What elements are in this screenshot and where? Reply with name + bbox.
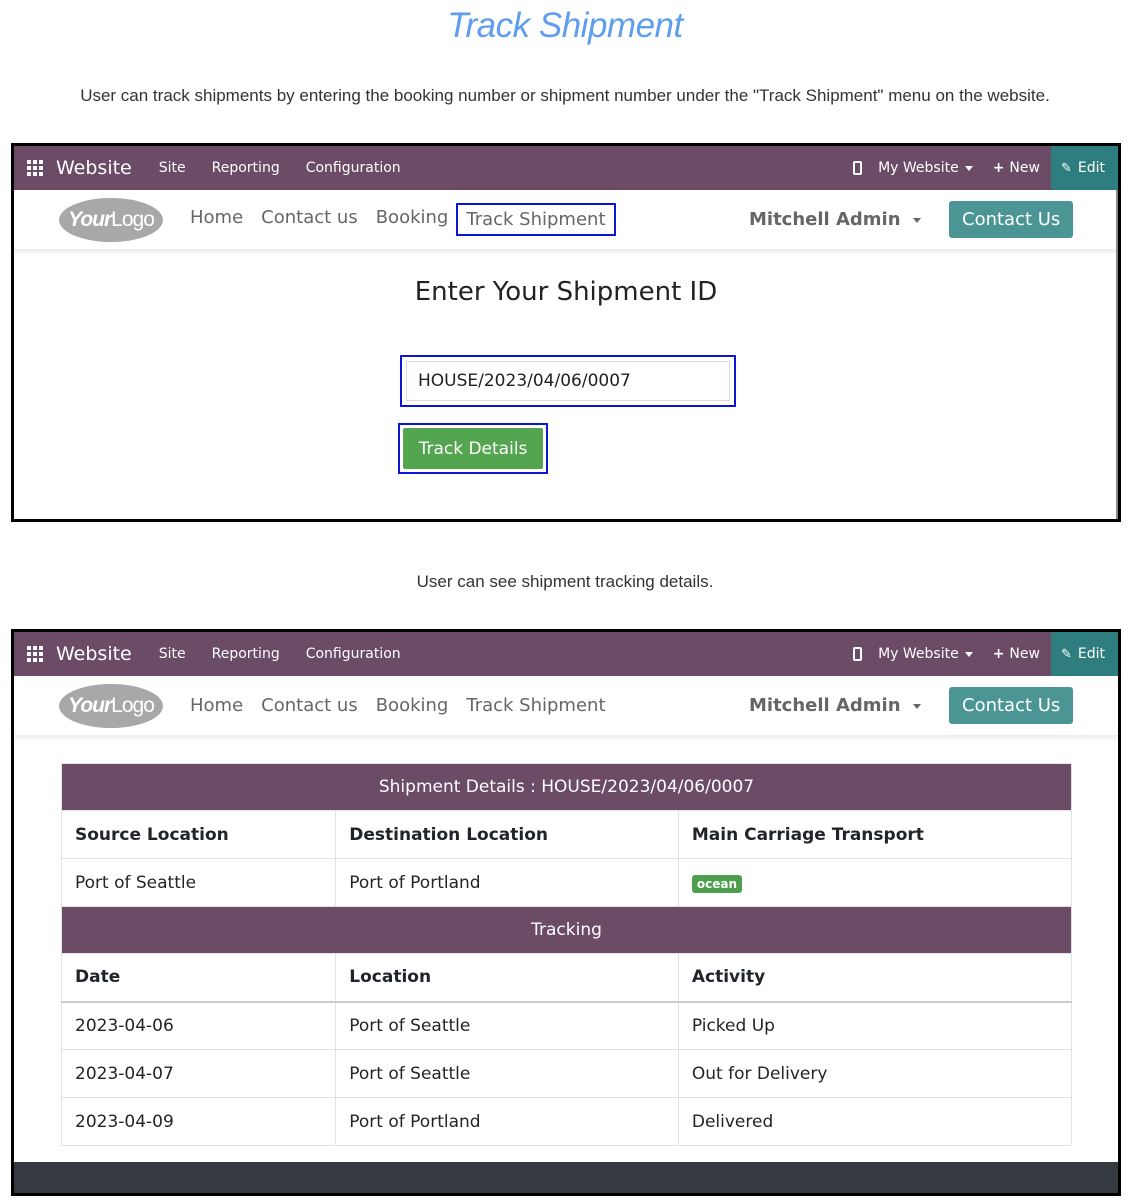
- shipment-details-table: Shipment Details : HOUSE/2023/04/06/0007…: [60, 763, 1073, 1146]
- menu-reporting[interactable]: Reporting: [199, 160, 293, 176]
- table-row: 2023-04-06 Port of Seattle Picked Up: [60, 1001, 1073, 1050]
- column-header: Main Carriage Transport: [677, 810, 1073, 859]
- user-menu[interactable]: Mitchell Admin: [749, 695, 921, 716]
- chevron-down-icon: [964, 165, 973, 171]
- contact-us-button[interactable]: Contact Us: [949, 201, 1074, 238]
- menu-site[interactable]: Site: [146, 160, 199, 176]
- column-header: Date: [60, 953, 337, 1003]
- transport-cell: ocean: [677, 858, 1073, 907]
- source-location: Port of Seattle: [60, 858, 337, 907]
- plus-icon: +: [992, 646, 1005, 662]
- nav-track-shipment[interactable]: Track Shipment: [466, 691, 605, 720]
- scrollbar[interactable]: [1116, 190, 1118, 519]
- shipment-id-highlight: [400, 355, 736, 407]
- mobile-preview-icon[interactable]: [853, 161, 863, 175]
- track-details-button[interactable]: Track Details: [403, 428, 543, 469]
- company-logo[interactable]: Your Logo: [59, 683, 163, 728]
- tracking-date: 2023-04-07: [60, 1049, 337, 1098]
- screenshot-tracking-details: Website Site Reporting Configuration My …: [11, 629, 1121, 1196]
- nav-track-shipment[interactable]: Track Shipment: [456, 203, 616, 236]
- apps-grid-icon[interactable]: [27, 160, 43, 176]
- pencil-icon: ✎: [1060, 646, 1072, 662]
- my-website-dropdown[interactable]: My Website: [878, 646, 973, 662]
- admin-bar: Website Site Reporting Configuration My …: [14, 146, 1118, 190]
- caption-track: User can track shipments by entering the…: [80, 86, 1050, 105]
- shipment-id-input[interactable]: [406, 361, 730, 401]
- column-header: Location: [335, 953, 679, 1003]
- track-button-highlight: Track Details: [398, 423, 548, 474]
- user-menu[interactable]: Mitchell Admin: [749, 209, 921, 230]
- table-row: 2023-04-09 Port of Portland Delivered: [60, 1097, 1073, 1146]
- site-navbar: Your Logo Home Contact us Booking Track S…: [14, 190, 1118, 250]
- chevron-down-icon: [912, 703, 921, 709]
- tracking-location: Port of Portland: [335, 1097, 679, 1146]
- nav-booking[interactable]: Booking: [376, 203, 449, 236]
- destination-location: Port of Portland: [335, 858, 679, 907]
- tracking-activity: Delivered: [677, 1097, 1073, 1146]
- menu-configuration[interactable]: Configuration: [293, 646, 414, 662]
- page-title: Track Shipment: [447, 6, 683, 45]
- chevron-down-icon: [964, 651, 973, 657]
- site-navbar: Your Logo Home Contact us Booking Track S…: [14, 676, 1118, 736]
- menu-site[interactable]: Site: [146, 646, 199, 662]
- shipment-details-header: Shipment Details : HOUSE/2023/04/06/0007: [61, 763, 1072, 811]
- tracking-activity: Out for Delivery: [677, 1049, 1073, 1098]
- app-brand[interactable]: Website: [56, 643, 132, 665]
- contact-us-button[interactable]: Contact Us: [949, 687, 1074, 724]
- caption-details: User can see shipment tracking details.: [416, 572, 714, 591]
- admin-bar: Website Site Reporting Configuration My …: [14, 632, 1118, 676]
- column-header: Activity: [677, 953, 1073, 1003]
- new-button[interactable]: + New: [993, 646, 1040, 662]
- transport-badge: ocean: [691, 874, 742, 893]
- tracking-date: 2023-04-06: [60, 1001, 337, 1050]
- chevron-down-icon: [912, 217, 921, 223]
- nav-home[interactable]: Home: [190, 691, 243, 720]
- nav-contact[interactable]: Contact us: [261, 691, 358, 720]
- plus-icon: +: [992, 160, 1005, 176]
- table-row: 2023-04-07 Port of Seattle Out for Deliv…: [60, 1049, 1073, 1098]
- mobile-preview-icon[interactable]: [853, 647, 863, 661]
- nav-home[interactable]: Home: [190, 203, 243, 236]
- app-brand[interactable]: Website: [56, 157, 132, 179]
- tracking-location: Port of Seattle: [335, 1001, 679, 1050]
- tracking-location: Port of Seattle: [335, 1049, 679, 1098]
- column-header: Destination Location: [335, 810, 679, 859]
- screenshot-track-form: Website Site Reporting Configuration My …: [11, 143, 1121, 522]
- edit-button[interactable]: ✎ Edit: [1050, 146, 1118, 190]
- new-button[interactable]: + New: [993, 160, 1040, 176]
- apps-grid-icon[interactable]: [27, 646, 43, 662]
- edit-button[interactable]: ✎ Edit: [1050, 632, 1118, 676]
- form-heading: Enter Your Shipment ID: [414, 277, 718, 307]
- site-footer: [14, 1162, 1118, 1193]
- nav-booking[interactable]: Booking: [376, 691, 449, 720]
- pencil-icon: ✎: [1060, 160, 1072, 176]
- tracking-header: Tracking: [61, 906, 1072, 954]
- column-header: Source Location: [60, 810, 337, 859]
- nav-contact[interactable]: Contact us: [261, 203, 358, 236]
- menu-reporting[interactable]: Reporting: [199, 646, 293, 662]
- company-logo[interactable]: Your Logo: [59, 197, 163, 242]
- tracking-date: 2023-04-09: [60, 1097, 337, 1146]
- tracking-activity: Picked Up: [677, 1001, 1073, 1050]
- my-website-dropdown[interactable]: My Website: [878, 160, 973, 176]
- menu-configuration[interactable]: Configuration: [293, 160, 414, 176]
